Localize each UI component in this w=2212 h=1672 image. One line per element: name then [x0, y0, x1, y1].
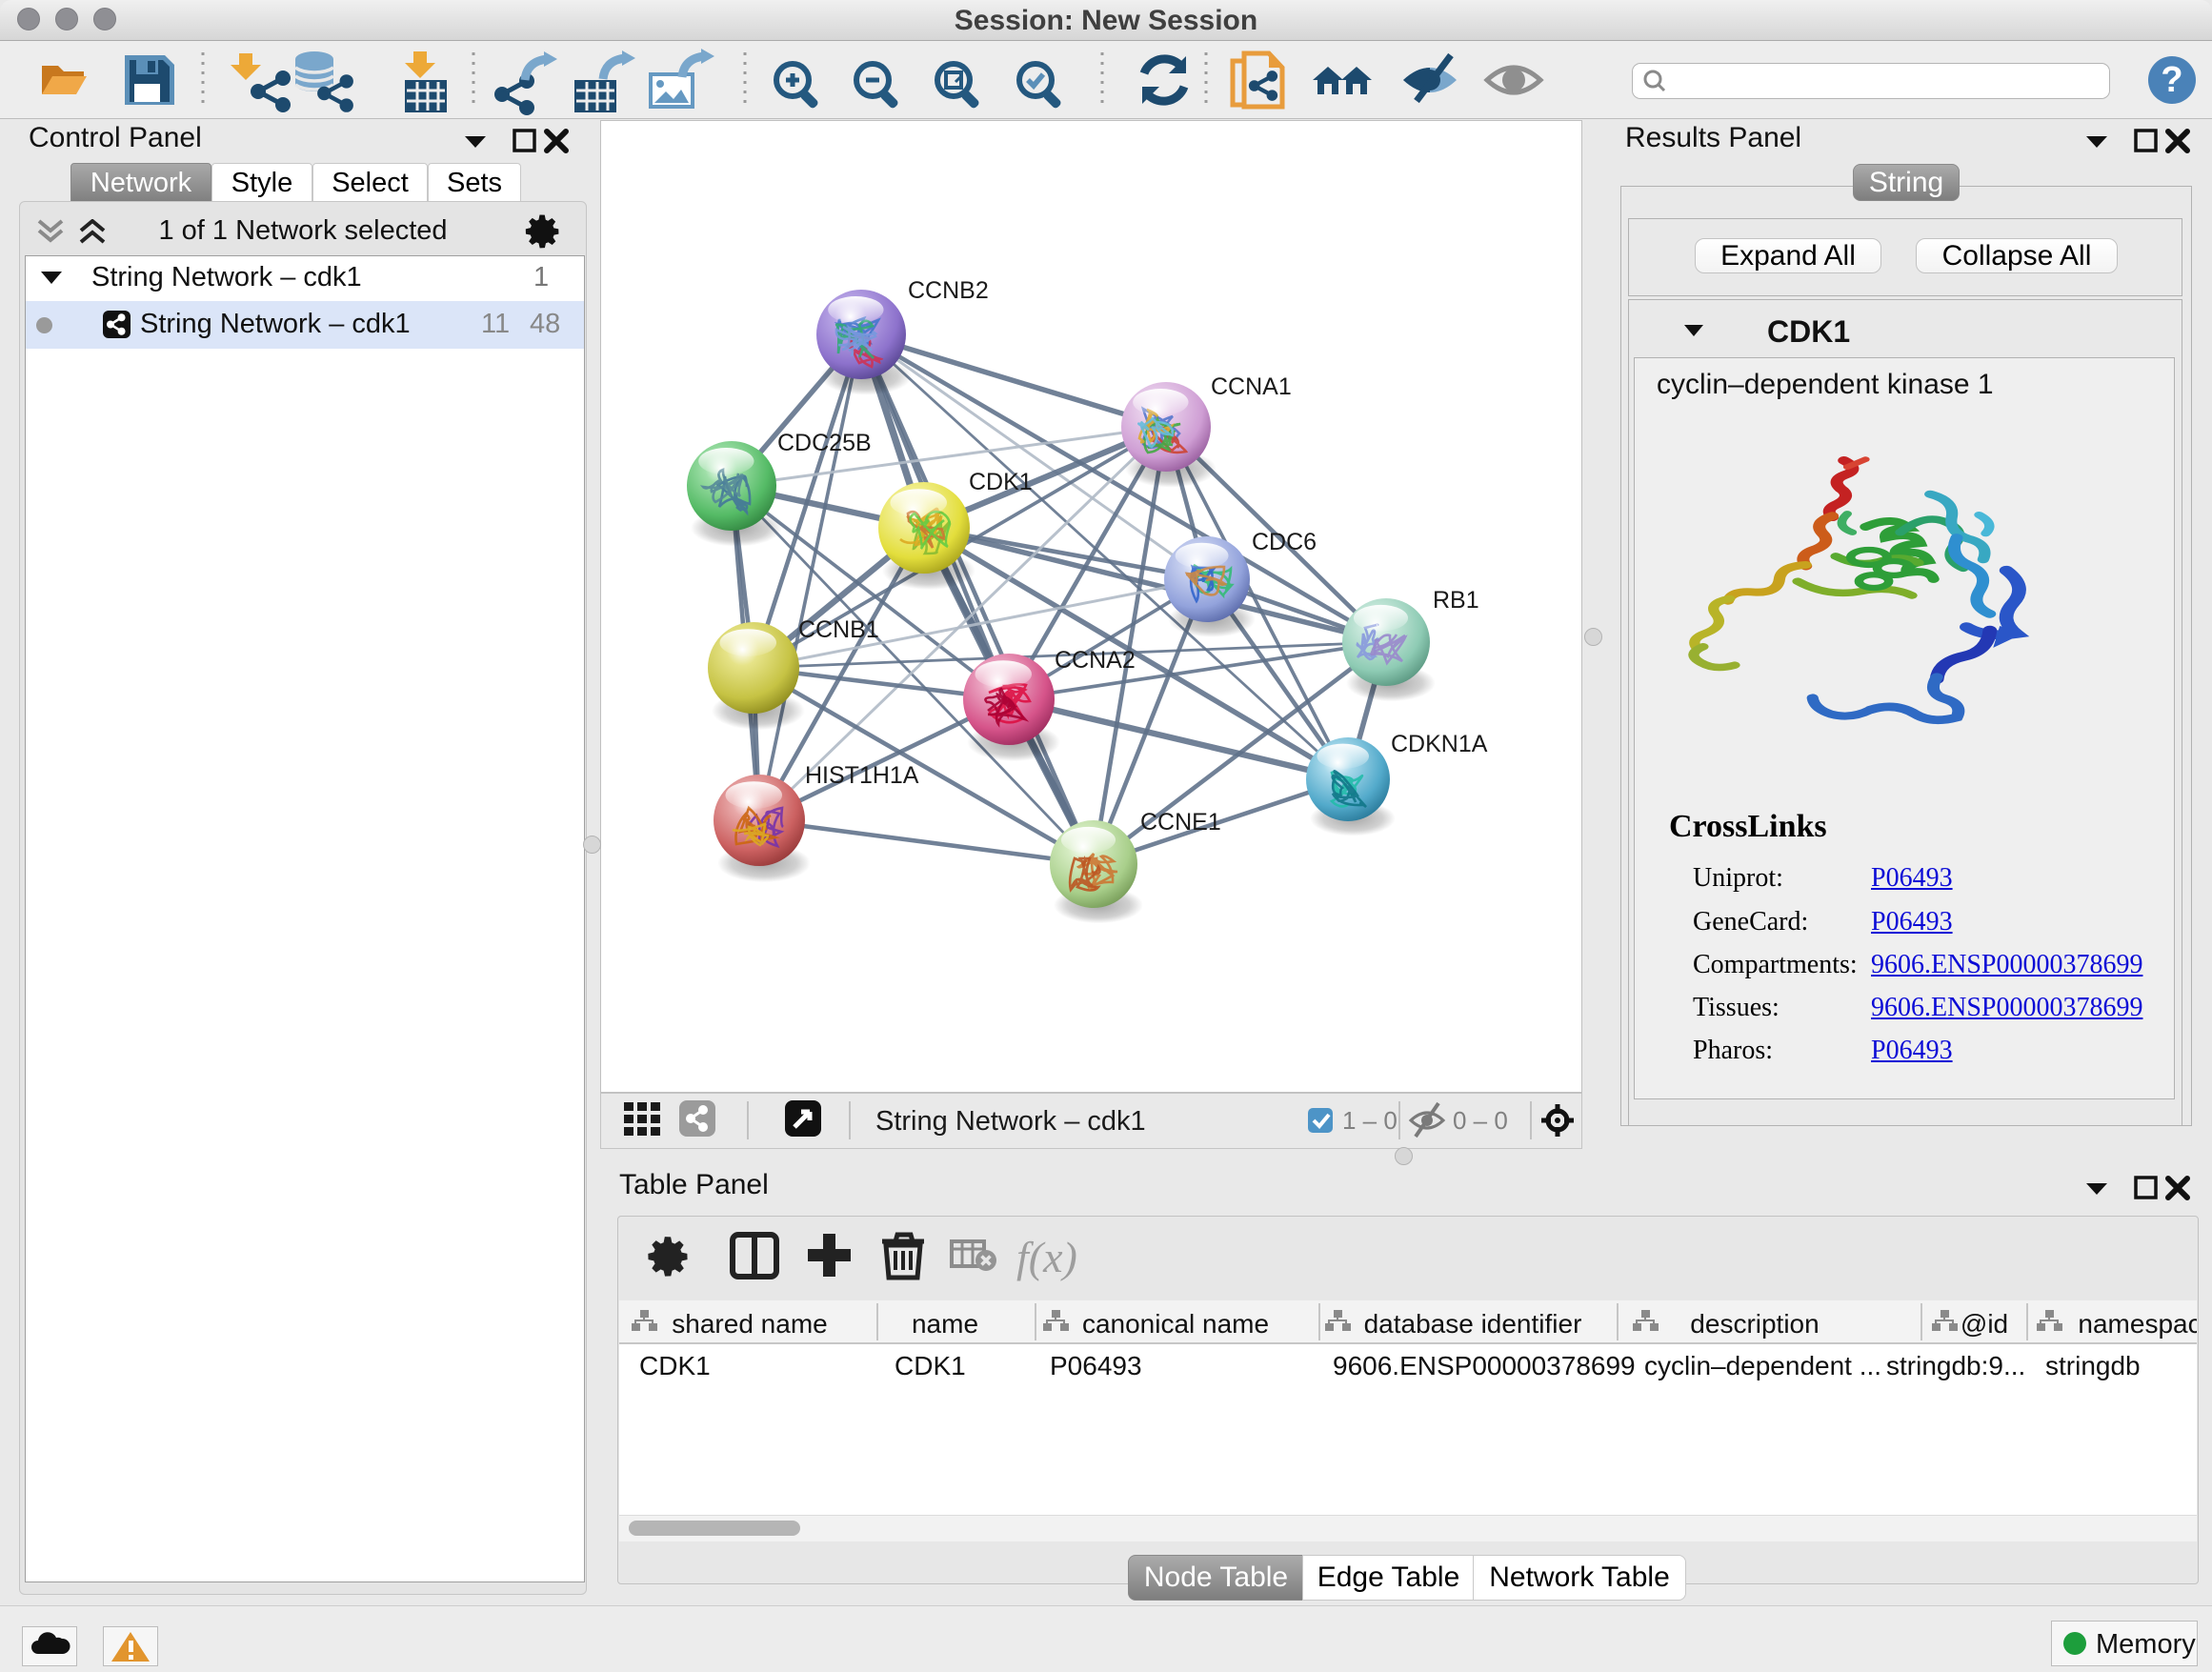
svg-text:namespac: namespac: [2078, 1309, 2197, 1339]
svg-text:description: description: [1690, 1309, 1819, 1339]
svg-text:0 – 0: 0 – 0: [1453, 1106, 1508, 1135]
svg-text:CDC25B: CDC25B: [777, 430, 872, 456]
svg-text:cyclin–dependent ...: cyclin–dependent ...: [1644, 1351, 1881, 1380]
svg-text:CDK1: CDK1: [639, 1351, 711, 1380]
svg-text:CCNA1: CCNA1: [1211, 373, 1292, 400]
svg-text:RB1: RB1: [1433, 587, 1479, 614]
svg-text:CDK1: CDK1: [969, 469, 1033, 495]
svg-text:CCNB2: CCNB2: [908, 277, 989, 304]
svg-text:CCNA2: CCNA2: [1055, 647, 1136, 674]
svg-text:name: name: [912, 1309, 978, 1339]
svg-text:CCNB1: CCNB1: [798, 616, 879, 643]
svg-text:stringdb: stringdb: [2045, 1351, 2141, 1380]
svg-text:shared name: shared name: [672, 1309, 827, 1339]
svg-text:9606.ENSP00000378699: 9606.ENSP00000378699: [1333, 1351, 1636, 1380]
svg-text:CDK1: CDK1: [895, 1351, 966, 1380]
svg-text:canonical name: canonical name: [1082, 1309, 1269, 1339]
svg-text:CCNE1: CCNE1: [1140, 809, 1221, 836]
svg-text:database identifier: database identifier: [1364, 1309, 1582, 1339]
svg-text:f(x): f(x): [1016, 1233, 1077, 1281]
svg-text:P06493: P06493: [1050, 1351, 1142, 1380]
svg-text:HIST1H1A: HIST1H1A: [805, 762, 919, 789]
svg-text:CDKN1A: CDKN1A: [1391, 731, 1488, 757]
svg-text:String Network – cdk1: String Network – cdk1: [875, 1106, 1146, 1137]
svg-text:@id: @id: [1961, 1309, 2008, 1339]
svg-text:1 – 0: 1 – 0: [1342, 1106, 1398, 1135]
svg-text:CDC6: CDC6: [1252, 529, 1317, 555]
svg-text:stringdb:9...: stringdb:9...: [1886, 1351, 2025, 1380]
